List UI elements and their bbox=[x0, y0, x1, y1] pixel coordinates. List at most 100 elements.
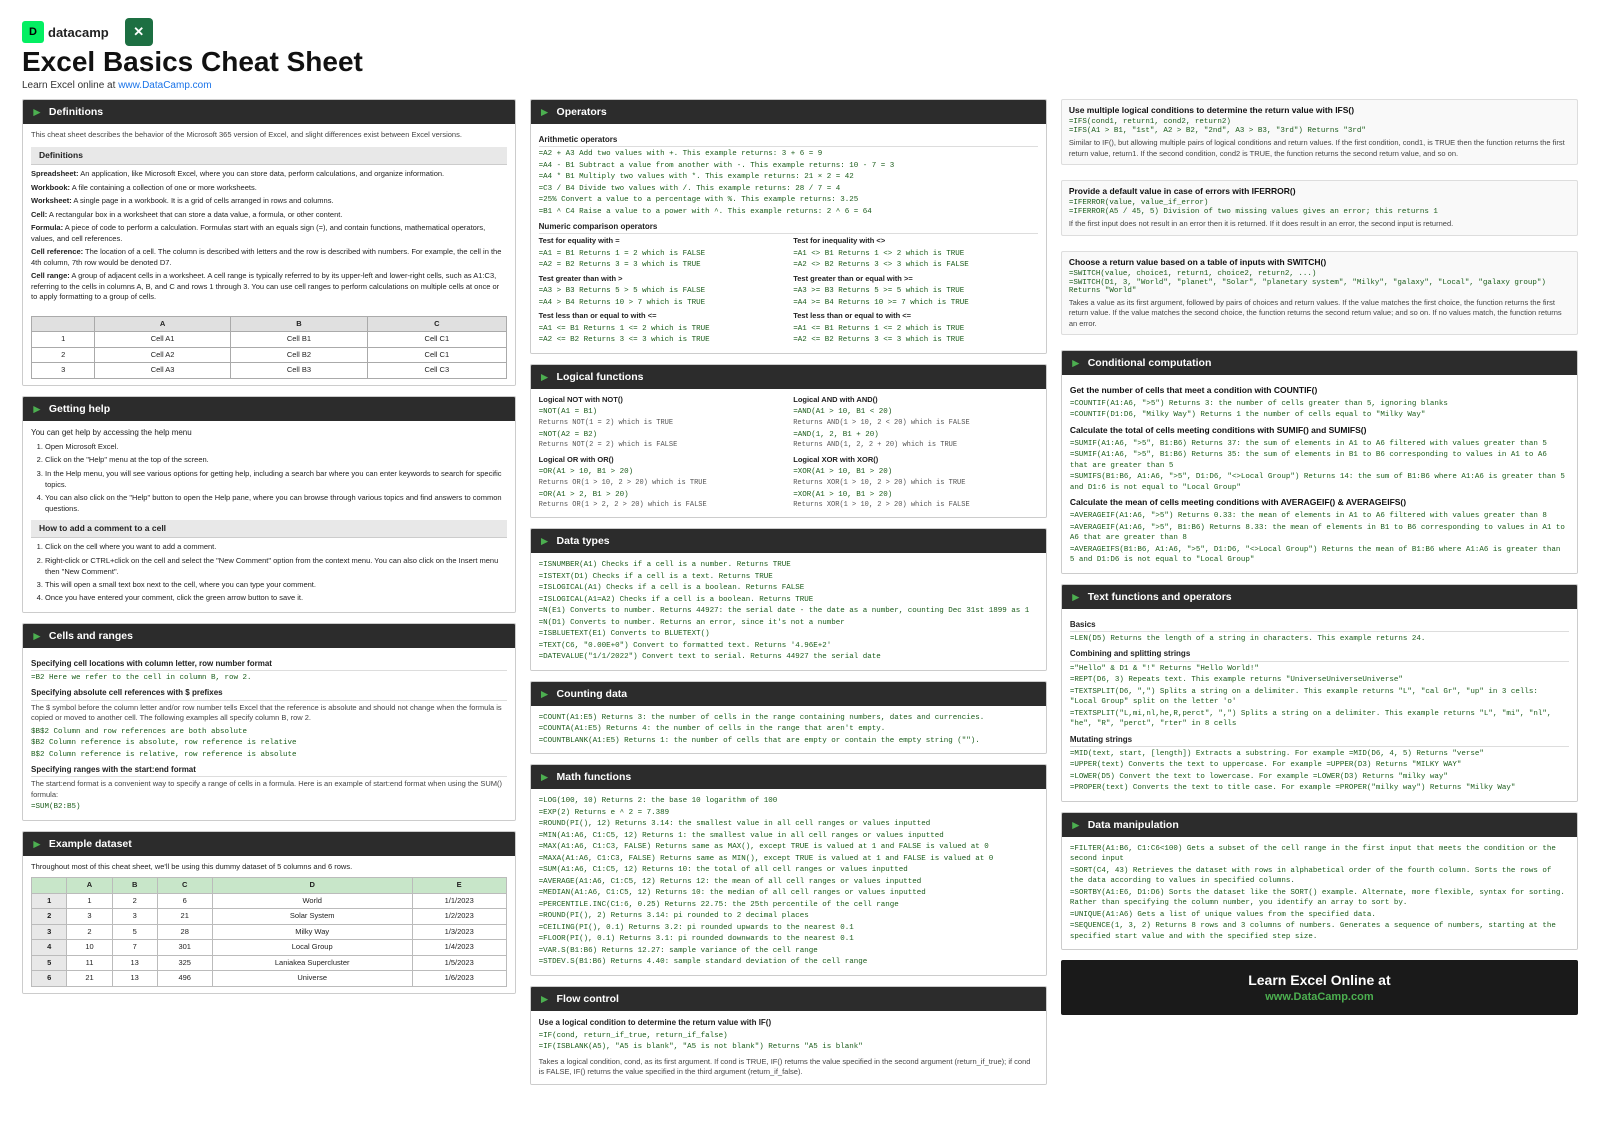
subtitle: Learn Excel online at www.DataCamp.com bbox=[22, 80, 1578, 91]
math-section: ► Math functions =LOG(100, 10) Returns 2… bbox=[530, 764, 1047, 976]
data-types-section: ► Data types =ISNUMBER(A1) Checks if a c… bbox=[530, 528, 1047, 671]
data-types-body: =ISNUMBER(A1) Checks if a cell is a numb… bbox=[531, 553, 1046, 670]
math-header: ► Math functions bbox=[531, 765, 1046, 789]
gt-title: Test greater than with > bbox=[539, 274, 784, 285]
range-title: Specifying ranges with the start:end for… bbox=[31, 764, 507, 777]
table-row: 32528Milky Way1/3/2023 bbox=[32, 924, 507, 940]
subtitle-url[interactable]: www.DataCamp.com bbox=[118, 80, 211, 91]
def-item-spreadsheet: Spreadsheet: An application, like Micros… bbox=[31, 169, 507, 180]
logical-grid: Logical NOT with NOT() =NOT(A1 = B1) Ret… bbox=[539, 395, 1038, 511]
arith-6: =B1 ^ C4 Raise a value to a power with ^… bbox=[539, 207, 1038, 218]
help-steps: Open Microsoft Excel. Click on the "Help… bbox=[31, 441, 507, 515]
def-intro: This cheat sheet describes the behavior … bbox=[31, 130, 507, 141]
neq-2: =A2 <> B2 Returns 3 <> 3 which is FALSE bbox=[793, 260, 1038, 271]
arrow-icon: ► bbox=[31, 837, 43, 851]
switch-title: Choose a return value based on a table o… bbox=[1069, 257, 1570, 267]
datacamp-logo: D datacamp bbox=[22, 21, 109, 43]
logical-title: Logical functions bbox=[557, 371, 644, 383]
switch-section: Choose a return value based on a table o… bbox=[1061, 251, 1578, 336]
table-row: 62113496Universe1/6/2023 bbox=[32, 971, 507, 987]
iferror-desc: If the first input does not result in an… bbox=[1069, 219, 1570, 230]
gteq-title: Test greater than or equal with >= bbox=[793, 274, 1038, 285]
data-types-title: Data types bbox=[557, 535, 610, 547]
table-header-b: B bbox=[230, 316, 367, 332]
cells-ranges-section: ► Cells and ranges Specifying cell locat… bbox=[22, 623, 516, 821]
iferror-section: Provide a default value in case of error… bbox=[1061, 180, 1578, 236]
help-intro: You can get help by accessing the help m… bbox=[31, 427, 507, 438]
arrow-icon: ► bbox=[1070, 356, 1082, 370]
list-item: Once you have entered your comment, clic… bbox=[45, 592, 507, 603]
list-item: Right-click or CTRL+click on the cell an… bbox=[45, 555, 507, 578]
def-item-worksheet: Worksheet: A single page in a workbook. … bbox=[31, 196, 507, 207]
getting-help-header: ► Getting help bbox=[23, 397, 515, 421]
example-dataset-header: ► Example dataset bbox=[23, 832, 515, 856]
abs-formula-1: $B$2 Column and row references are both … bbox=[31, 727, 507, 738]
sample-table: A B C 1Cell A1Cell B1Cell C1 2Cell A2Cel… bbox=[31, 316, 507, 379]
ifs-title: Use multiple logical conditions to deter… bbox=[1069, 105, 1570, 115]
footer-title: Learn Excel Online at bbox=[1077, 972, 1562, 988]
countif-title: Get the number of cells that meet a cond… bbox=[1070, 385, 1569, 397]
left-column: ► Definitions This cheat sheet describes… bbox=[22, 99, 516, 1113]
math-title: Math functions bbox=[557, 771, 632, 783]
footer-box: Learn Excel Online at www.DataCamp.com bbox=[1061, 960, 1578, 1015]
table-row: 23321Solar System1/2/2023 bbox=[32, 909, 507, 925]
list-item: Open Microsoft Excel. bbox=[45, 441, 507, 452]
operators-title: Operators bbox=[557, 106, 607, 118]
iferror-title: Provide a default value in case of error… bbox=[1069, 186, 1570, 196]
table-row: 4107301Local Group1/4/2023 bbox=[32, 940, 507, 956]
def-subheader: Definitions bbox=[31, 147, 507, 166]
getting-help-title: Getting help bbox=[49, 403, 110, 415]
data-manip-header: ► Data manipulation bbox=[1062, 813, 1577, 837]
page: D datacamp ✕ Excel Basics Cheat Sheet Le… bbox=[0, 0, 1600, 1131]
gteq-1: =A3 >= B3 Returns 5 >= 5 which is TRUE bbox=[793, 286, 1038, 297]
definitions-body: This cheat sheet describes the behavior … bbox=[23, 124, 515, 385]
def-item-cellref: Cell reference: The location of a cell. … bbox=[31, 247, 507, 268]
if-desc: Takes a logical condition, cond, as its … bbox=[539, 1057, 1038, 1078]
arith-2: =A4 - B1 Subtract a value from another w… bbox=[539, 161, 1038, 172]
combining-title: Combining and splitting strings bbox=[1070, 648, 1569, 661]
gteq-2: =A4 >= B4 Returns 10 >= 7 which is TRUE bbox=[793, 298, 1038, 309]
arrow-icon: ► bbox=[539, 687, 551, 701]
data-manip-body: =FILTER(A1:B6, C1:C6<100) Gets a subset … bbox=[1062, 837, 1577, 950]
text-functions-body: Basics =LEN(D5) Returns the length of a … bbox=[1062, 609, 1577, 801]
dataset-table: A B C D E 1126World1/1/2023 23321Solar S… bbox=[31, 877, 507, 987]
example-dataset-title: Example dataset bbox=[49, 838, 132, 850]
ifs-section: Use multiple logical conditions to deter… bbox=[1061, 99, 1578, 165]
abs-ref-title: Specifying absolute cell references with… bbox=[31, 687, 507, 700]
len-title: Basics bbox=[1070, 619, 1569, 632]
gt-2: =A4 > B4 Returns 10 > 7 which is TRUE bbox=[539, 298, 784, 309]
logo-text: datacamp bbox=[48, 25, 109, 40]
arrow-icon: ► bbox=[31, 629, 43, 643]
table-row: 2Cell A2Cell B2Cell C1 bbox=[32, 347, 507, 363]
middle-column: ► Operators Arithmetic operators =A2 + A… bbox=[530, 99, 1047, 1113]
if-example: =IF(ISBLANK(A5), "A5 is blank", "A5 is n… bbox=[539, 1042, 1038, 1053]
lteq-1: =A1 <= B1 Returns 1 <= 2 which is TRUE bbox=[539, 324, 784, 335]
logical-section: ► Logical functions Logical NOT with NOT… bbox=[530, 364, 1047, 518]
table-row: A B C D E bbox=[32, 878, 507, 894]
sumif-title: Calculate the total of cells meeting con… bbox=[1070, 425, 1569, 437]
table-row: 1Cell A1Cell B1Cell C1 bbox=[32, 332, 507, 348]
ifs-desc: Similar to IF(), but allowing multiple p… bbox=[1069, 138, 1570, 159]
def-items: Spreadsheet: An application, like Micros… bbox=[31, 165, 507, 310]
xor-title: Logical XOR with XOR() bbox=[793, 455, 1038, 466]
flow-control-section: ► Flow control Use a logical condition t… bbox=[530, 986, 1047, 1085]
logical-header: ► Logical functions bbox=[531, 365, 1046, 389]
range-formula: =SUM(B2:B5) bbox=[31, 802, 507, 813]
numeric-eq-col: Test for equality with = =A1 = B1 Return… bbox=[539, 236, 784, 347]
if-title: Use a logical condition to determine the… bbox=[539, 1017, 1038, 1028]
header: D datacamp ✕ Excel Basics Cheat Sheet Le… bbox=[22, 18, 1578, 91]
list-item: You can also click on the "Help" button … bbox=[45, 492, 507, 515]
lteq2-title: Test less than or equal to with <= bbox=[793, 311, 1038, 322]
page-title: Excel Basics Cheat Sheet bbox=[22, 46, 1578, 78]
operators-section: ► Operators Arithmetic operators =A2 + A… bbox=[530, 99, 1047, 354]
counting-header: ► Counting data bbox=[531, 682, 1046, 706]
abs-formula-3: B$2 Column reference is relative, row re… bbox=[31, 750, 507, 761]
arrow-icon: ► bbox=[539, 992, 551, 1006]
lteq2-2: =A2 <= B2 Returns 3 <= 3 which is TRUE bbox=[793, 335, 1038, 346]
text-functions-title: Text functions and operators bbox=[1088, 591, 1232, 603]
range-desc: The start:end format is a convenient way… bbox=[31, 779, 507, 800]
avgif-title: Calculate the mean of cells meeting cond… bbox=[1070, 497, 1569, 509]
definitions-header: ► Definitions bbox=[23, 100, 515, 124]
data-manip-title: Data manipulation bbox=[1088, 819, 1179, 831]
table-row: 1126World1/1/2023 bbox=[32, 893, 507, 909]
